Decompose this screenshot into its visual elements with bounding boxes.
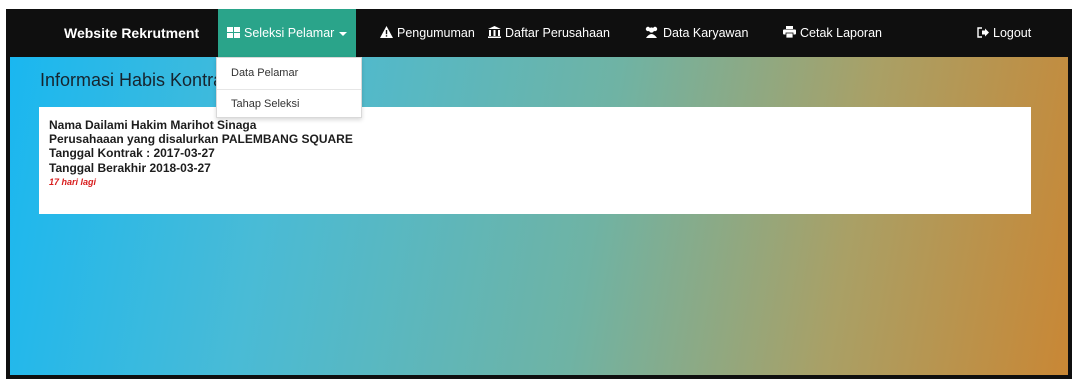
dropdown-item-tahap-seleksi[interactable]: Tahap Seleksi: [217, 89, 361, 119]
nav-item-cetak-laporan[interactable]: Cetak Laporan: [783, 9, 882, 57]
dropdown-item-data-pelamar[interactable]: Data Pelamar: [217, 58, 361, 88]
print-icon: [783, 10, 796, 58]
logout-link[interactable]: Logout: [977, 9, 1031, 57]
nav-item-seleksi-pelamar[interactable]: Seleksi Pelamar: [218, 9, 357, 58]
th-large-icon: [227, 10, 240, 58]
employee-name: Nama Dailami Hakim Marihot Sinaga: [49, 118, 257, 132]
navbar: Website Rekrutment Seleksi Pelamar Pengu…: [6, 9, 1072, 57]
days-remaining: 17 hari lagi: [49, 177, 97, 187]
brand-link[interactable]: Website Rekrutment: [64, 9, 199, 57]
nav-item-label: Seleksi Pelamar: [244, 26, 335, 40]
contract-info-card: Nama Dailami Hakim Marihot Sinaga Perusa…: [39, 107, 1031, 214]
sign-out-icon: [977, 10, 989, 58]
contract-end-date: Tanggal Berakhir 2018-03-27: [49, 161, 211, 175]
nav-item-label: Cetak Laporan: [800, 26, 883, 40]
nav-item-label: Daftar Perusahaan: [505, 26, 610, 40]
company-name: Perusahaaan yang disalurkan PALEMBANG SQ…: [49, 132, 353, 146]
logout-label: Logout: [993, 26, 1032, 40]
app-frame: Website Rekrutment Seleksi Pelamar Pengu…: [6, 9, 1072, 379]
main-content: Informasi Habis Kontrak Karyawan Nama Da…: [10, 57, 1068, 375]
caret-down-icon: [339, 31, 348, 36]
bank-icon: [488, 10, 501, 58]
contract-start-date: Tanggal Kontrak : 2017-03-27: [49, 146, 215, 160]
nav-item-pengumuman[interactable]: Pengumuman: [380, 9, 475, 57]
nav-item-daftar-perusahaan[interactable]: Daftar Perusahaan: [488, 9, 610, 57]
warning-icon: [380, 10, 393, 58]
nav-item-data-karyawan[interactable]: Data Karyawan: [644, 9, 748, 57]
users-icon: [644, 10, 659, 58]
nav-item-label: Pengumuman: [397, 26, 475, 40]
nav-item-label: Data Karyawan: [663, 26, 749, 40]
seleksi-pelamar-dropdown: Data Pelamar Tahap Seleksi: [216, 57, 362, 118]
